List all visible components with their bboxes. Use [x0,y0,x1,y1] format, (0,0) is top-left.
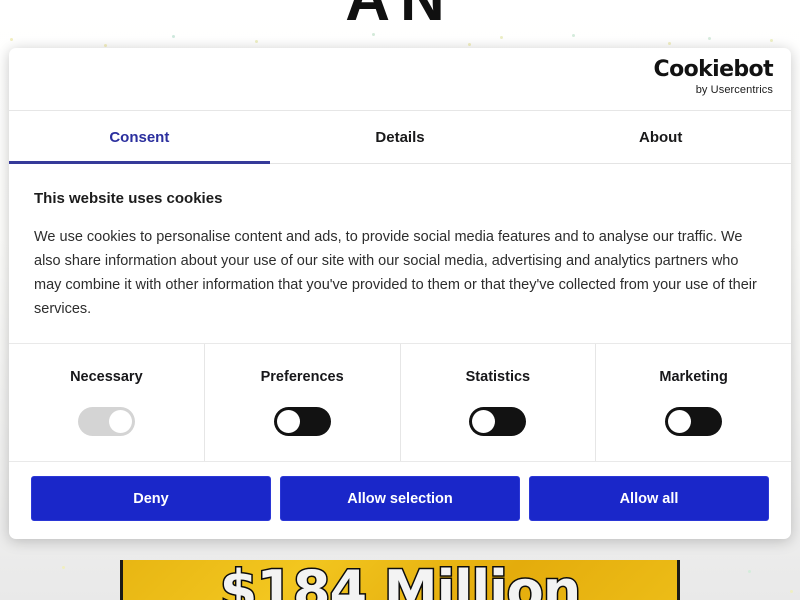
confetti-dot [62,566,65,569]
category-label: Necessary [70,369,143,385]
confetti-dot [790,590,793,593]
brand-name: Cookiebot [653,57,774,82]
confetti-dot [708,37,711,40]
confetti-dot [748,570,751,573]
confetti-dot [172,35,175,38]
toggle-knob [276,410,300,433]
toggle-marketing[interactable] [665,407,723,436]
consent-category-statistics: Statistics [401,344,597,461]
category-label: Statistics [465,369,531,385]
confetti-dot [572,34,575,37]
consent-categories: Necessary Preferences Statistics Marketing [9,344,791,462]
allow-all-button[interactable]: Allow all [529,476,769,521]
cookie-consent-dialog: Cookiebot by Usercentrics Consent Details… [9,48,791,539]
consent-category-marketing: Marketing [596,344,791,461]
background-jackpot-amount: $184 Million [218,560,582,600]
tab-label: Details [375,128,425,146]
toggle-knob [108,410,132,433]
tab-details[interactable]: Details [270,111,531,163]
confetti-dot [255,40,258,43]
toggle-preferences[interactable] [273,407,331,436]
dialog-header: Cookiebot by Usercentrics [9,48,791,111]
background-cut-off-heading: AN [0,0,800,44]
tab-label: About [639,128,683,146]
tab-consent[interactable]: Consent [9,111,270,164]
confetti-dot [372,33,375,36]
intro-body: We use cookies to personalise content an… [34,229,757,317]
toggle-knob [472,410,496,433]
confetti-dot [770,39,773,42]
brand-subtitle: by Usercentrics [695,84,773,96]
confetti-dot [468,43,471,46]
intro-section: This website uses cookies We use cookies… [9,164,791,344]
page-root: AN $184 Million Cookiebot by Usercentric… [0,0,800,600]
category-label: Marketing [659,369,728,385]
consent-category-necessary: Necessary [9,344,205,461]
confetti-dot [668,42,671,45]
allow-selection-button[interactable]: Allow selection [280,476,520,521]
toggle-statistics[interactable] [469,407,527,436]
deny-button[interactable]: Deny [31,476,271,521]
consent-category-preferences: Preferences [205,344,401,461]
confetti-dot [104,44,107,47]
cookiebot-logo: Cookiebot by Usercentrics [653,57,774,96]
confetti-dot [10,38,13,41]
intro-title: This website uses cookies [34,190,223,207]
tab-about[interactable]: About [530,111,791,163]
dialog-tabs: Consent Details About [9,111,791,164]
toggle-necessary [77,407,135,436]
toggle-knob [668,410,692,433]
tab-label: Consent [109,128,170,146]
category-label: Preferences [260,369,344,385]
confetti-dot [500,36,503,39]
dialog-actions: Deny Allow selection Allow all [9,462,791,539]
background-jackpot-banner: $184 Million [120,560,680,600]
